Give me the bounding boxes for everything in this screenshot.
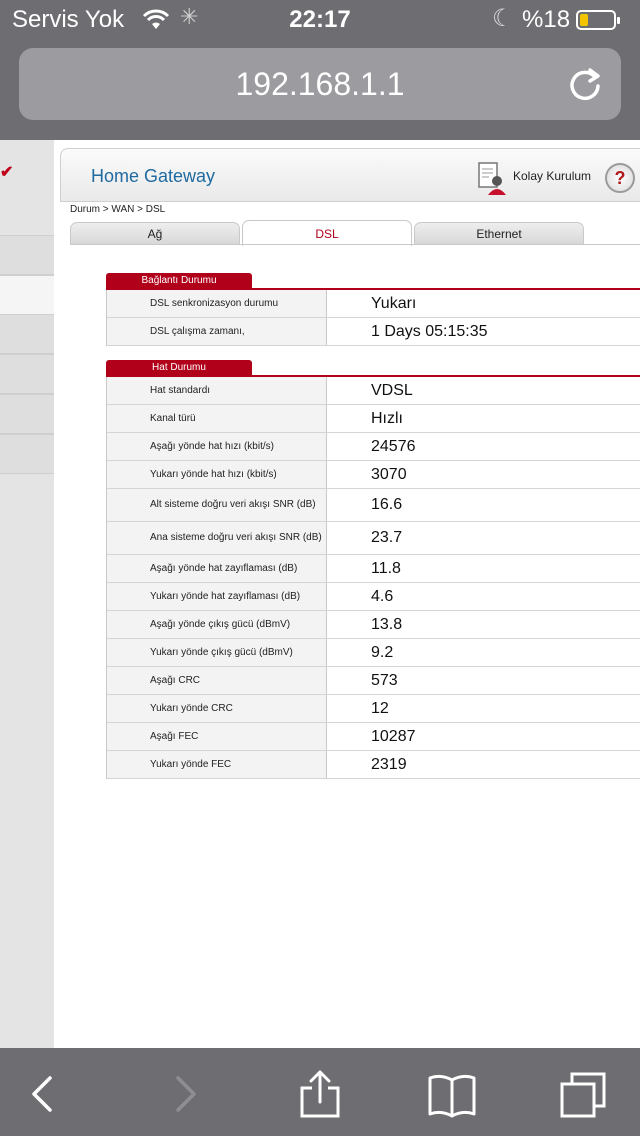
wizard-link[interactable]: Kolay Kurulum <box>513 169 591 183</box>
table-row: Aşağı yönde çıkış gücü (dBmV) 13.8 <box>107 611 640 639</box>
tab-bar: Ağ DSL Ethernet <box>70 220 640 246</box>
page-header: Home Gateway Kolay Kurulum ? <box>60 148 640 202</box>
tab-network[interactable]: Ağ <box>70 222 240 244</box>
nav-item[interactable] <box>0 354 54 394</box>
row-value: 12 <box>371 699 389 717</box>
row-value: Yukarı <box>371 294 417 312</box>
table-row: Kanal türü Hızlı <box>107 405 640 433</box>
connection-status-table: DSL senkronizasyon durumu Yukarı DSL çalı… <box>106 290 640 346</box>
row-value: 573 <box>371 671 398 689</box>
row-label: Yukarı yönde hat zayıflaması (dB) <box>107 583 327 610</box>
tabs-icon[interactable] <box>560 1070 608 1118</box>
wizard-user-icon[interactable] <box>477 161 507 195</box>
moon-icon: ☾ <box>492 5 514 32</box>
table-row: Yukarı yönde FEC 2319 <box>107 751 640 779</box>
row-value: 16.6 <box>371 496 403 513</box>
table-row: Hat standardı VDSL <box>107 377 640 405</box>
row-label: Alt sisteme doğru veri akışı SNR (dB) <box>107 489 327 521</box>
row-label: Aşağı CRC <box>107 667 327 694</box>
tab-dsl[interactable]: DSL <box>242 220 412 246</box>
table-row: Yukarı yönde çıkış gücü (dBmV) 9.2 <box>107 639 640 667</box>
row-value: 9.2 <box>371 643 394 661</box>
nav-item-selected[interactable] <box>0 275 54 315</box>
row-label: Yukarı yönde CRC <box>107 695 327 722</box>
status-bar: Servis Yok ✳ 22:17 ☾ %18 <box>0 0 640 40</box>
row-label: DSL çalışma zamanı, <box>107 318 327 345</box>
row-value: 2319 <box>371 755 407 773</box>
breadcrumb: Durum > WAN > DSL <box>70 204 166 215</box>
table-row: Aşağı yönde hat hızı (kbit/s) 24576 <box>107 433 640 461</box>
share-icon[interactable] <box>296 1070 344 1118</box>
row-label: Hat standardı <box>107 377 327 404</box>
tab-ethernet[interactable]: Ethernet <box>414 222 584 244</box>
row-value: 3070 <box>371 465 407 483</box>
section-title-line-status: Hat Durumu <box>106 360 252 376</box>
row-label: Yukarı yönde çıkış gücü (dBmV) <box>107 639 327 666</box>
table-row: DSL çalışma zamanı, 1 Days 05:15:35 <box>107 318 640 346</box>
browser-bottom-toolbar <box>0 1048 640 1136</box>
bookmarks-icon[interactable] <box>428 1070 476 1118</box>
row-value: 24576 <box>371 437 416 455</box>
battery-percent: %18 <box>522 6 571 33</box>
nav-item[interactable] <box>0 314 54 354</box>
row-label: Aşağı yönde çıkış gücü (dBmV) <box>107 611 327 638</box>
forward-icon[interactable] <box>160 1070 208 1118</box>
reload-icon[interactable] <box>563 62 607 106</box>
table-row: Yukarı yönde CRC 12 <box>107 695 640 723</box>
row-label: Aşağı yönde hat hızı (kbit/s) <box>107 433 327 460</box>
url-text: 192.168.1.1 <box>235 66 405 102</box>
table-row: Yukarı yönde hat hızı (kbit/s) 3070 <box>107 461 640 489</box>
row-label: Aşağı FEC <box>107 723 327 750</box>
row-label: Kanal türü <box>107 405 327 432</box>
row-value: VDSL <box>371 381 413 399</box>
table-row: Ana sisteme doğru veri akışı SNR (dB) 23.… <box>107 522 640 555</box>
row-label: Ana sisteme doğru veri akışı SNR (dB) <box>107 522 327 554</box>
table-row: DSL senkronizasyon durumu Yukarı <box>107 290 640 318</box>
table-row: Aşağı yönde hat zayıflaması (dB) 11.8 <box>107 555 640 583</box>
back-icon[interactable] <box>20 1070 68 1118</box>
row-label: DSL senkronizasyon durumu <box>107 290 327 317</box>
row-value: Hızlı <box>371 409 403 427</box>
row-value: 1 Days 05:15:35 <box>371 322 488 340</box>
table-row: Yukarı yönde hat zayıflaması (dB) 4.6 <box>107 583 640 611</box>
table-row: Aşağı FEC 10287 <box>107 723 640 751</box>
row-value: 23.7 <box>371 529 403 546</box>
brand-logo-fragment: ✔ <box>0 164 14 181</box>
nav-item[interactable] <box>0 434 54 474</box>
row-value: 10287 <box>371 727 416 745</box>
row-value: 11.8 <box>371 559 401 577</box>
nav-item[interactable] <box>0 394 54 434</box>
row-value: 13.8 <box>371 615 403 633</box>
tab-divider <box>70 244 640 245</box>
browser-top-bar: Servis Yok ✳ 22:17 ☾ %18 192.168.1.1 <box>0 0 640 140</box>
table-row: Alt sisteme doğru veri akışı SNR (dB) 16.… <box>107 489 640 522</box>
side-navigation: ✔ ş <box>0 140 55 1048</box>
page-title: Home Gateway <box>91 166 216 186</box>
row-value: 4.6 <box>371 587 394 605</box>
address-bar[interactable]: 192.168.1.1 <box>19 48 621 120</box>
row-label: Yukarı yönde hat hızı (kbit/s) <box>107 461 327 488</box>
battery-icon <box>576 10 620 30</box>
nav-item[interactable] <box>0 235 54 275</box>
row-label: Aşağı yönde hat zayıflaması (dB) <box>107 555 327 582</box>
section-title-connection-status: Bağlantı Durumu <box>106 273 252 289</box>
row-label: Yukarı yönde FEC <box>107 751 327 778</box>
table-row: Aşağı CRC 573 <box>107 667 640 695</box>
router-page: Home Gateway Kolay Kurulum ? Durum > WAN… <box>54 140 640 1048</box>
line-status-table: Hat standardı VDSL Kanal türü Hızlı Aşağı … <box>106 377 640 779</box>
help-icon[interactable]: ? <box>605 163 635 193</box>
